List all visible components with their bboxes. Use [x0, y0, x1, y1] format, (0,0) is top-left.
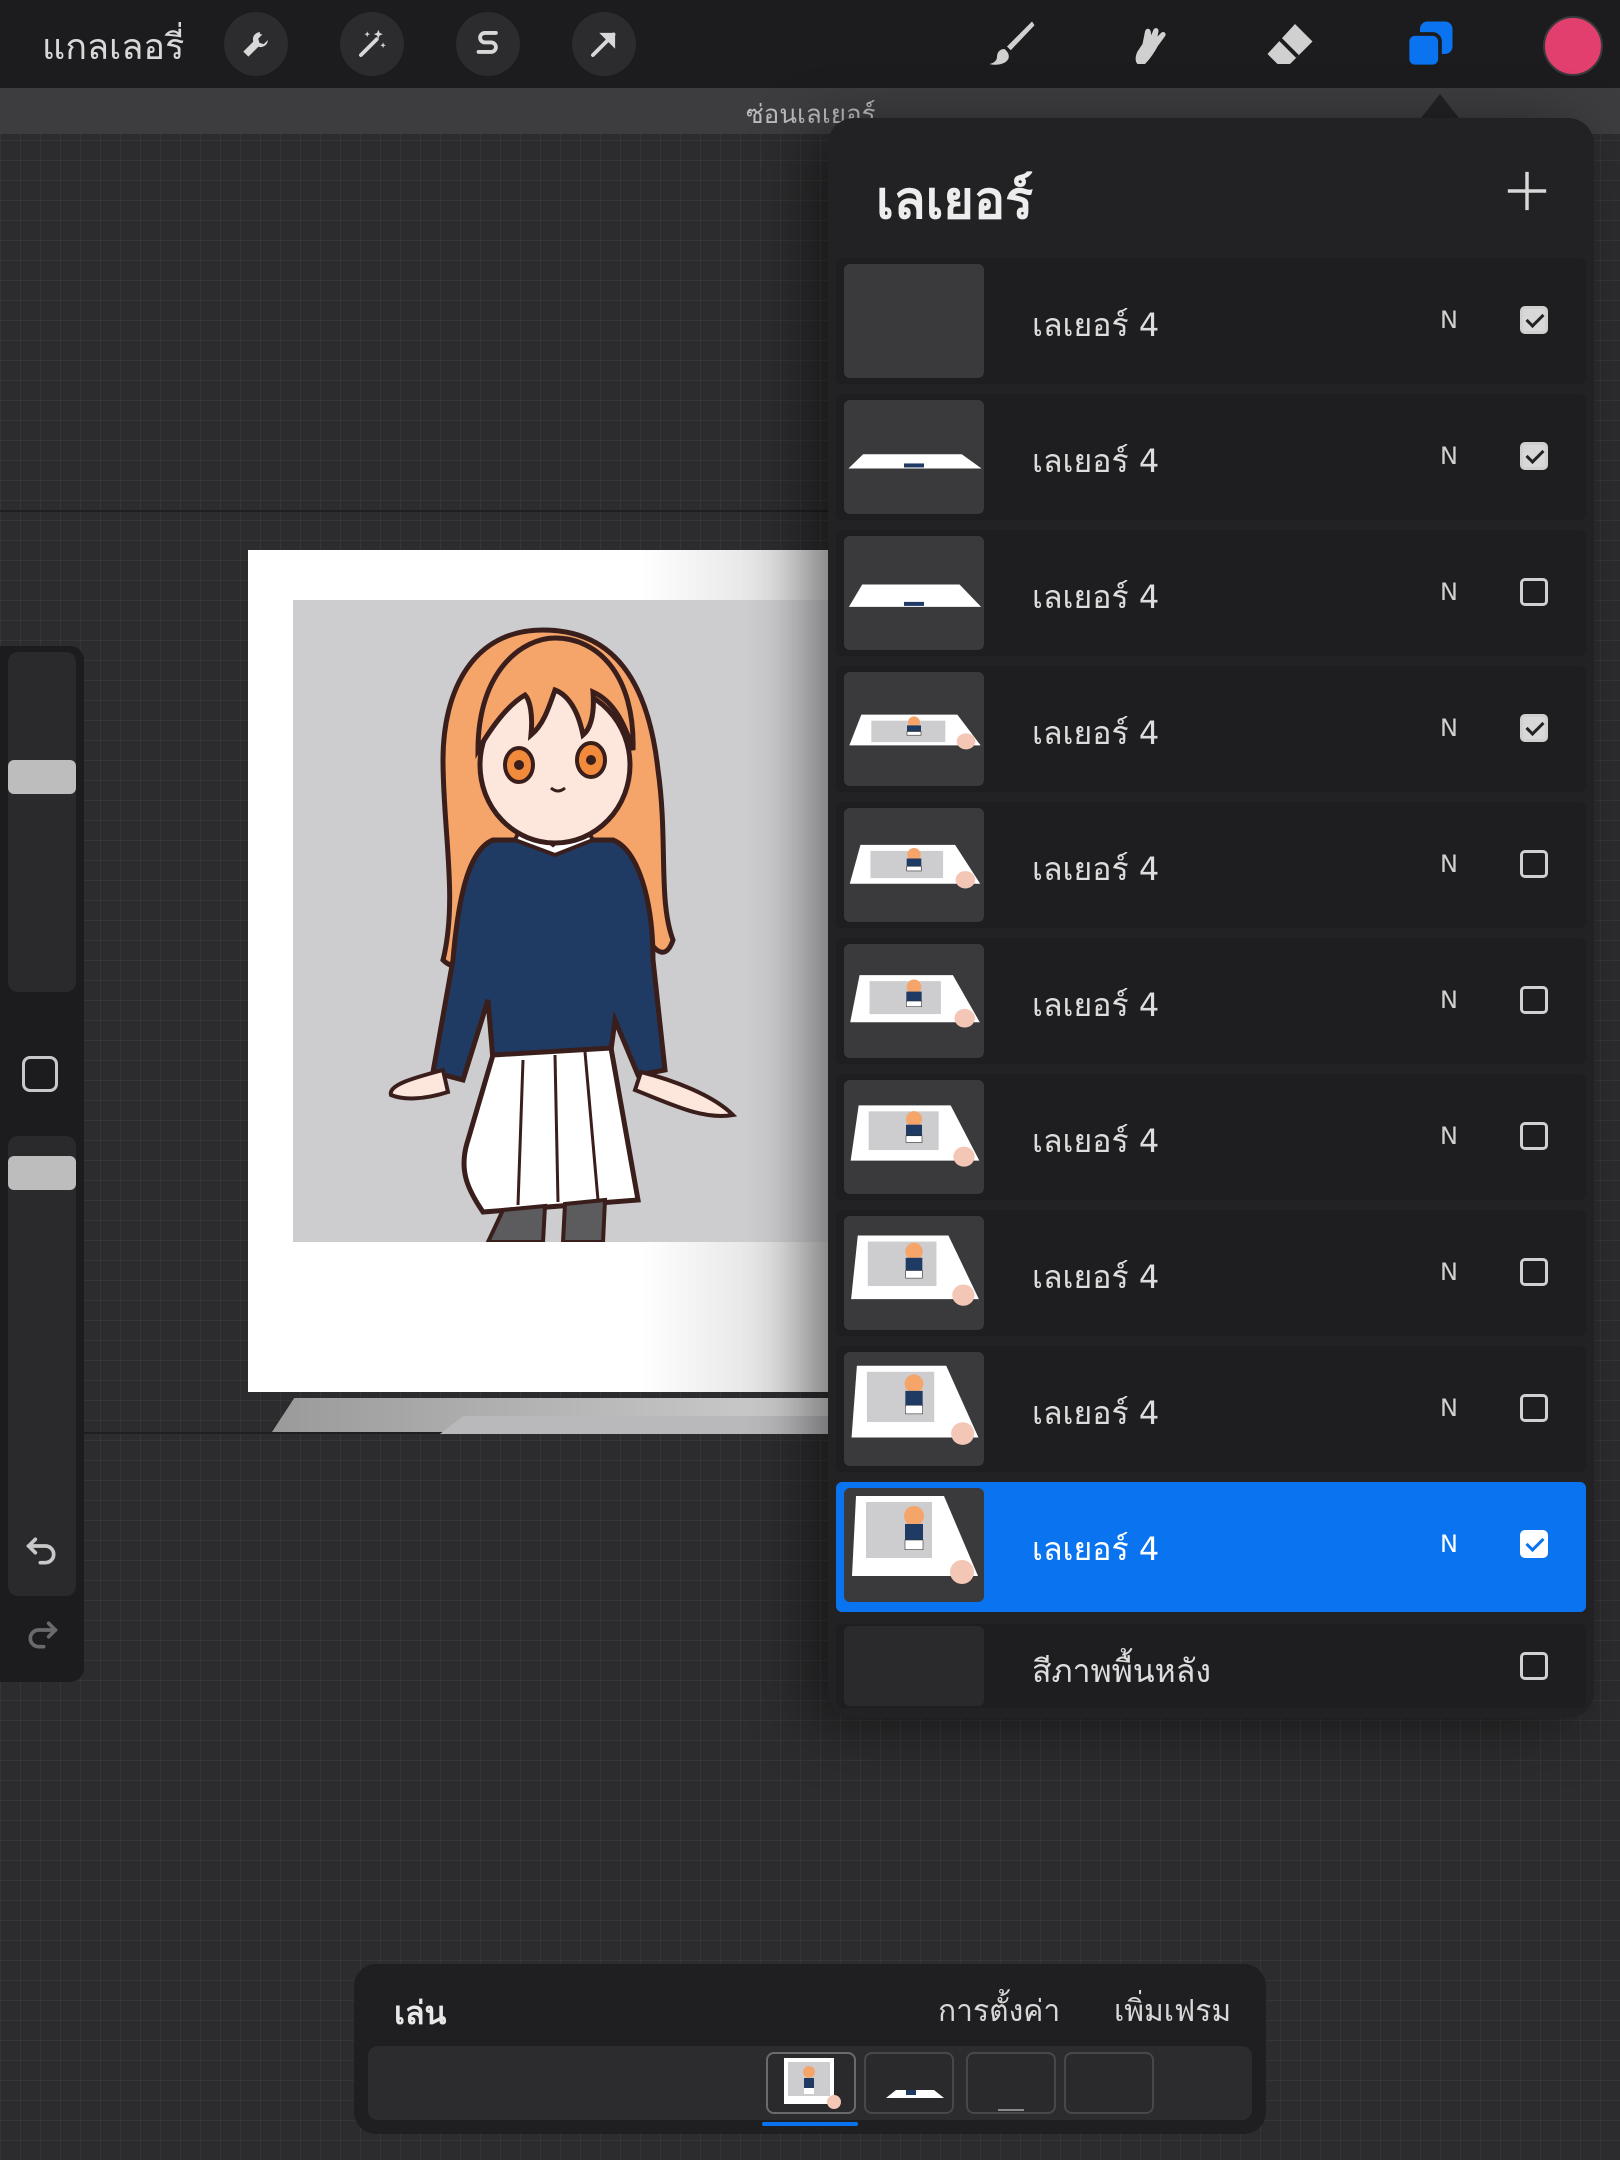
layer-visibility-checkbox[interactable] — [1520, 578, 1548, 606]
smudge-icon[interactable] — [1118, 12, 1182, 76]
top-toolbar: แกลเลอรี่ — [0, 0, 1620, 88]
layer-visibility-checkbox[interactable] — [1520, 1530, 1548, 1558]
layer-name: เลเยอร์ 4 — [1032, 850, 1160, 888]
background-visibility-checkbox[interactable] — [1520, 1652, 1548, 1680]
selected-frame-indicator — [762, 2122, 858, 2126]
blend-mode-button[interactable]: N — [1440, 850, 1458, 878]
redo-icon[interactable] — [22, 1610, 62, 1650]
layer-thumbnail[interactable] — [844, 1488, 984, 1602]
layer-row[interactable]: เลเยอร์ 4 N — [836, 666, 1586, 792]
layer-name: เลเยอร์ 4 — [1032, 714, 1160, 752]
layer-row[interactable]: เลเยอร์ 4 N — [836, 1346, 1586, 1472]
wrench-icon[interactable] — [224, 12, 288, 76]
layer-visibility-checkbox[interactable] — [1520, 1394, 1548, 1422]
frame-thumb[interactable] — [966, 2052, 1056, 2114]
canvas[interactable] — [248, 550, 828, 1430]
polaroid-photo — [293, 600, 828, 1242]
layer-thumbnail[interactable] — [844, 1352, 984, 1466]
opacity-thumb[interactable] — [8, 1156, 76, 1190]
layers-icon[interactable] — [1398, 12, 1462, 76]
eraser-icon[interactable] — [1258, 12, 1322, 76]
layer-thumbnail[interactable] — [844, 536, 984, 650]
blend-mode-button[interactable]: N — [1440, 1394, 1458, 1422]
layer-name: เลเยอร์ 4 — [1032, 442, 1160, 480]
plus-icon[interactable] — [1504, 168, 1550, 214]
layer-visibility-checkbox[interactable] — [1520, 1122, 1548, 1150]
blend-mode-button[interactable]: N — [1440, 442, 1458, 470]
layer-visibility-checkbox[interactable] — [1520, 986, 1548, 1014]
timeline-settings-button[interactable]: การตั้งค่า — [938, 1988, 1060, 2035]
polaroid-paper — [248, 550, 828, 1392]
blend-mode-button[interactable]: N — [1440, 306, 1458, 334]
layer-visibility-checkbox[interactable] — [1520, 714, 1548, 742]
layer-thumbnail[interactable] — [844, 400, 984, 514]
girl-illustration — [388, 627, 738, 1242]
layer-row[interactable]: เลเยอร์ 4 N — [836, 530, 1586, 656]
layer-visibility-checkbox[interactable] — [1520, 442, 1548, 470]
layer-thumbnail[interactable] — [844, 1080, 984, 1194]
layer-visibility-checkbox[interactable] — [1520, 850, 1548, 878]
frame-thumb[interactable] — [766, 2052, 856, 2114]
layer-row[interactable]: เลเยอร์ 4 N — [836, 938, 1586, 1064]
layer-thumbnail[interactable] — [844, 808, 984, 922]
layer-name: เลเยอร์ 4 — [1032, 1122, 1160, 1160]
blend-mode-button[interactable]: N — [1440, 1258, 1458, 1286]
layer-row[interactable]: เลเยอร์ 4 N — [836, 1074, 1586, 1200]
layer-name: เลเยอร์ 4 — [1032, 578, 1160, 616]
add-frame-button[interactable]: เพิ่มเฟรม — [1114, 1988, 1231, 2035]
layer-name: เลเยอร์ 4 — [1032, 986, 1160, 1024]
layer-thumbnail[interactable] — [844, 1216, 984, 1330]
layer-row[interactable]: เลเยอร์ 4 N — [836, 1210, 1586, 1336]
layer-row[interactable]: เลเยอร์ 4 N — [836, 394, 1586, 520]
background-color-swatch[interactable] — [844, 1626, 984, 1706]
transform-arrow-icon[interactable] — [572, 12, 636, 76]
color-picker-button[interactable] — [1543, 16, 1603, 76]
brush-size-slider[interactable] — [8, 652, 76, 992]
layer-row[interactable]: เลเยอร์ 4 N — [836, 802, 1586, 928]
layer-thumbnail[interactable] — [844, 944, 984, 1058]
layers-panel-title: เลเยอร์ — [876, 171, 1034, 231]
animation-timeline: เล่น การตั้งค่า เพิ่มเฟรม — [354, 1964, 1266, 2134]
layer-row[interactable]: เลเยอร์ 4 N — [836, 258, 1586, 384]
layer-name: เลเยอร์ 4 — [1032, 1394, 1160, 1432]
brush-icon[interactable] — [980, 12, 1044, 76]
layer-name: เลเยอร์ 4 — [1032, 306, 1160, 344]
canvas-edge-top — [0, 510, 828, 512]
background-color-label: สีภาพพื้นหลัง — [1032, 1652, 1211, 1690]
magic-wand-icon[interactable] — [340, 12, 404, 76]
selection-s-icon[interactable] — [456, 12, 520, 76]
layer-visibility-checkbox[interactable] — [1520, 306, 1548, 334]
background-color-row[interactable]: สีภาพพื้นหลัง — [836, 1624, 1586, 1708]
layer-thumbnail[interactable] — [844, 672, 984, 786]
layers-panel: เลเยอร์ เลเยอร์ 4 N เลเยอร์ 4 N เลเยอร์ 4 N เล… — [828, 118, 1594, 1718]
layer-name: เลเยอร์ 4 — [1032, 1258, 1160, 1296]
blend-mode-button[interactable]: N — [1440, 578, 1458, 606]
blend-mode-button[interactable]: N — [1440, 986, 1458, 1014]
play-button[interactable]: เล่น — [394, 1988, 446, 2039]
layer-visibility-checkbox[interactable] — [1520, 1258, 1548, 1286]
blend-mode-button[interactable]: N — [1440, 1122, 1458, 1150]
blend-mode-button[interactable]: N — [1440, 714, 1458, 742]
layer-row[interactable]: เลเยอร์ 4 N — [836, 1482, 1586, 1612]
left-sidebar — [0, 646, 84, 1682]
frame-thumb[interactable] — [1064, 2052, 1154, 2114]
modify-button[interactable] — [22, 1056, 58, 1092]
undo-icon[interactable] — [22, 1526, 62, 1566]
gallery-button[interactable]: แกลเลอรี่ — [42, 18, 184, 75]
brush-size-thumb[interactable] — [8, 760, 76, 794]
frame-thumb[interactable] — [864, 2052, 954, 2114]
layer-thumbnail[interactable] — [844, 264, 984, 378]
blend-mode-button[interactable]: N — [1440, 1530, 1458, 1558]
layer-name: เลเยอร์ 4 — [1032, 1530, 1160, 1568]
